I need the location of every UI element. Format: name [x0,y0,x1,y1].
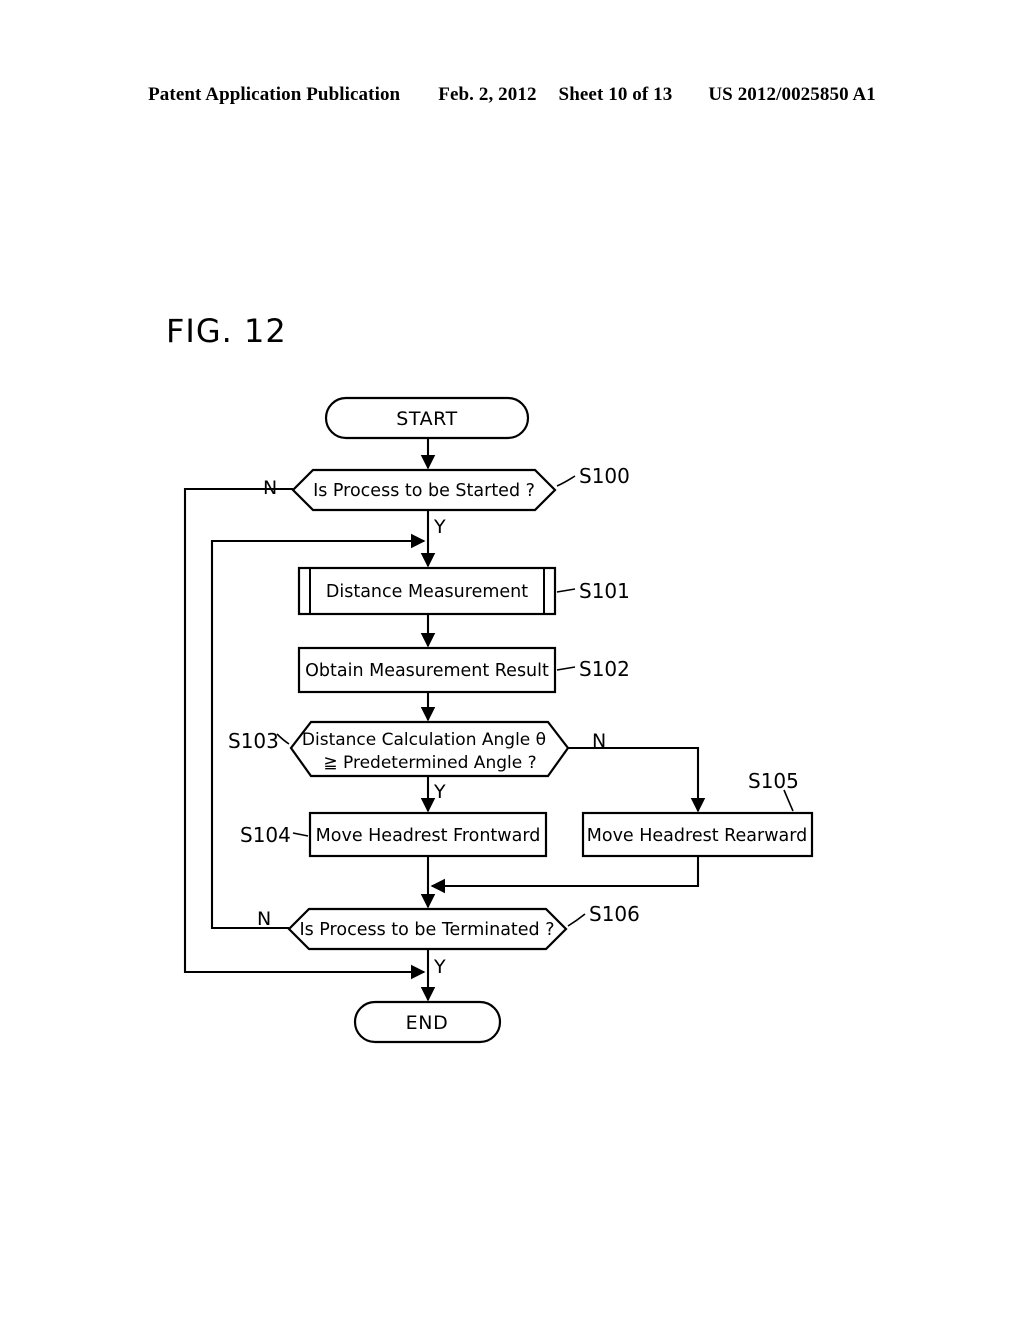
node-s100: Is Process to be Started ? [291,468,557,512]
ref-s101: S101 [579,579,630,603]
node-s105: Move Headrest Rearward [581,811,814,858]
ref-s106: S106 [589,902,640,926]
node-s100-label: Is Process to be Started ? [313,481,535,501]
node-s106-label: Is Process to be Terminated ? [299,920,554,940]
flowchart: START Is Process to be Started ? S100 Di… [0,0,1024,1320]
node-s105-label: Move Headrest Rearward [587,826,807,846]
node-s103-label-line1: Distance Calculation Angle θ [302,730,546,750]
leader-s100 [556,475,576,487]
node-start-label: START [396,408,458,430]
branch-label-s103-yes: Y [433,781,446,803]
node-s103: Distance Calculation Angle θ ≧ Predeterm… [289,720,570,778]
node-s101: Distance Measurement [297,566,557,616]
node-end: END [353,1000,502,1044]
ref-s102: S102 [579,657,630,681]
branch-label-s103-no: N [592,730,606,752]
branch-label-s100-yes: Y [433,516,446,538]
node-s102-label: Obtain Measurement Result [305,661,549,681]
node-s102: Obtain Measurement Result [297,646,557,694]
leader-s106 [567,913,586,927]
leader-s104 [292,832,309,837]
node-s101-label: Distance Measurement [326,582,528,602]
branch-label-s106-yes: Y [433,956,446,978]
node-s103-label-line2: ≧ Predetermined Angle ? [323,753,536,773]
leader-s101 [556,588,576,593]
leader-s105 [783,789,794,812]
node-s104: Move Headrest Frontward [308,811,548,858]
ref-s100: S100 [579,464,630,488]
node-s104-label: Move Headrest Frontward [316,826,541,846]
leader-s102 [556,666,576,671]
branch-label-s106-no: N [257,908,271,930]
node-start: START [324,396,530,440]
connector-s105-to-main [430,856,700,894]
patent-figure-page: Patent Application Publication Feb. 2, 20… [0,0,1024,1320]
ref-s103: S103 [228,729,279,753]
connector-s103-no-to-s105 [568,746,706,813]
ref-s105: S105 [748,769,799,793]
node-s106: Is Process to be Terminated ? [287,907,568,951]
node-end-label: END [406,1012,449,1034]
branch-label-s100-no: N [263,477,277,499]
ref-s104: S104 [240,823,291,847]
